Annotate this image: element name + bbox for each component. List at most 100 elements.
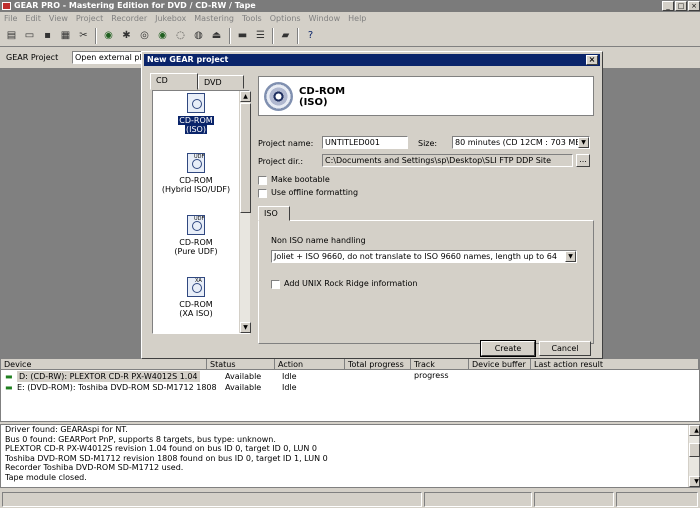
project-type-sublabel: (XA ISO) <box>179 309 213 318</box>
disc-copy-icon[interactable]: ◎ <box>137 28 152 43</box>
make-bootable-checkbox[interactable] <box>258 176 267 185</box>
tab-iso[interactable]: ISO <box>258 206 290 221</box>
col-device-buffer[interactable]: Device buffer <box>469 359 531 370</box>
cd-rom-iso-icon <box>187 93 205 113</box>
project-type-label: CD-ROM <box>179 238 213 247</box>
help-context-icon[interactable]: ? <box>303 28 318 43</box>
device-status: Available <box>225 383 262 392</box>
project-type-label: CD-ROM <box>179 300 213 309</box>
menu-window[interactable]: Window <box>305 12 345 25</box>
toolbar-separator <box>95 28 97 44</box>
print-icon[interactable]: ▦ <box>58 28 73 43</box>
device-list-header: Device Status Action Total progress Trac… <box>1 359 699 380</box>
list-scrollbar[interactable]: ▲ ▼ <box>239 91 251 333</box>
col-status[interactable]: Status <box>207 359 275 370</box>
list-item[interactable]: UDF CD-ROM (Hybrid ISO/UDF) <box>153 153 239 194</box>
status-panel <box>424 492 532 507</box>
make-bootable-label: Make bootable <box>271 175 330 184</box>
scroll-thumb[interactable] <box>689 443 700 457</box>
header-subtitle: (ISO) <box>299 97 328 108</box>
window-title: GEAR PRO - Mastering Edition for DVD / C… <box>14 1 256 10</box>
col-device[interactable]: Device <box>1 359 207 370</box>
status-panel <box>2 492 422 507</box>
status-bar <box>0 490 700 508</box>
save-icon[interactable]: ▪ <box>40 28 55 43</box>
external-physical-combo[interactable]: Open external physic <box>72 51 144 64</box>
col-last-action[interactable]: Last action result <box>531 359 699 370</box>
list-item[interactable]: XA CD-ROM (XA ISO) <box>153 277 239 318</box>
menu-jukebox[interactable]: Jukebox <box>151 12 190 25</box>
device-name: E: (DVD-ROM): Toshiba DVD-ROM SD-M1712 1… <box>17 383 217 392</box>
device-action: Idle <box>282 372 297 381</box>
menu-tools[interactable]: Tools <box>238 12 266 25</box>
menu-mastering[interactable]: Mastering <box>190 12 238 25</box>
project-type-label: CD-ROM <box>179 176 213 185</box>
menu-help[interactable]: Help <box>344 12 370 25</box>
dialog-close-button[interactable]: × <box>586 55 598 65</box>
project-name-input[interactable]: UNTITLED001 <box>322 136 408 149</box>
disc-erase-icon[interactable]: ◍ <box>191 28 206 43</box>
device-action: Idle <box>282 383 297 392</box>
rock-ridge-checkbox[interactable] <box>271 280 280 289</box>
menu-edit[interactable]: Edit <box>21 12 45 25</box>
size-select-value: 80 minutes (CD 12CM : 703 MB) <box>455 138 584 147</box>
dialog-title: New GEAR project <box>147 55 229 64</box>
new-icon[interactable]: ▤ <box>4 28 19 43</box>
disc-add-icon[interactable]: ◉ <box>101 28 116 43</box>
maximize-button[interactable]: □ <box>675 1 687 11</box>
col-track-progress[interactable]: Track progress <box>411 359 469 380</box>
tab-dvd[interactable]: DVD <box>198 75 244 89</box>
browse-button[interactable]: ... <box>576 154 590 167</box>
non-iso-select[interactable]: Joliet + ISO 9660, do not translate to I… <box>271 250 577 263</box>
menu-view[interactable]: View <box>45 12 72 25</box>
size-select[interactable]: 80 minutes (CD 12CM : 703 MB) ▼ <box>452 136 590 149</box>
toolbar-separator <box>229 28 231 44</box>
folder-icon[interactable]: ▰ <box>278 28 293 43</box>
menu-recorder[interactable]: Recorder <box>107 12 151 25</box>
menu-project[interactable]: Project <box>72 12 107 25</box>
log-scrollbar[interactable]: ▲ ▼ <box>688 425 700 487</box>
cd-rom-udf-icon: UDF <box>187 215 205 235</box>
keyboard-icon[interactable]: ▬ <box>235 28 250 43</box>
dialog-title-bar: New GEAR project × <box>144 54 600 66</box>
toolbar-separator <box>272 28 274 44</box>
menu-options[interactable]: Options <box>266 12 305 25</box>
project-type-sublabel: (ISO) <box>185 125 207 134</box>
table-row[interactable]: ▬ D: (CD-RW): PLEXTOR CD-R PX-W4012S 1.0… <box>1 371 699 382</box>
log-panel: Driver found: GEARAspi for NT. Bus 0 fou… <box>0 424 700 488</box>
chevron-down-icon[interactable]: ▼ <box>565 251 576 262</box>
toolbar-separator <box>297 28 299 44</box>
cancel-button[interactable]: Cancel <box>539 341 591 356</box>
scroll-up-icon[interactable]: ▲ <box>689 425 700 436</box>
minimize-button[interactable]: _ <box>662 1 674 11</box>
list-icon[interactable]: ☰ <box>253 28 268 43</box>
project-dir-field[interactable]: C:\Documents and Settings\sp\Desktop\SLI… <box>322 154 573 167</box>
col-total-progress[interactable]: Total progress <box>345 359 411 370</box>
scroll-thumb[interactable] <box>240 103 251 213</box>
scroll-down-icon[interactable]: ▼ <box>240 322 251 333</box>
disc-record-icon[interactable]: ◉ <box>155 28 170 43</box>
disc-tools-icon[interactable]: ✱ <box>119 28 134 43</box>
table-row[interactable]: ▬ E: (DVD-ROM): Toshiba DVD-ROM SD-M1712… <box>1 382 699 393</box>
eject-icon[interactable]: ⏏ <box>209 28 224 43</box>
list-item[interactable]: UDF CD-ROM (Pure UDF) <box>153 215 239 256</box>
offline-formatting-checkbox[interactable] <box>258 189 267 198</box>
open-icon[interactable]: ▭ <box>22 28 37 43</box>
col-action[interactable]: Action <box>275 359 345 370</box>
close-button[interactable]: × <box>688 1 700 11</box>
rock-ridge-label: Add UNIX Rock Ridge information <box>284 279 418 288</box>
menu-file[interactable]: File <box>0 12 21 25</box>
cd-disc-icon <box>264 82 293 111</box>
cut-icon[interactable]: ✂ <box>76 28 91 43</box>
chevron-down-icon[interactable]: ▼ <box>578 137 589 148</box>
log-line: Driver found: GEARAspi for NT. <box>5 425 128 434</box>
tab-cd[interactable]: CD <box>150 73 198 90</box>
project-type-label: CD-ROM <box>178 116 214 125</box>
drive-icon: ▬ <box>5 383 13 392</box>
disc-verify-icon[interactable]: ◌ <box>173 28 188 43</box>
list-item[interactable]: CD-ROM (ISO) <box>153 93 239 134</box>
scroll-down-icon[interactable]: ▼ <box>689 476 700 487</box>
create-button[interactable]: Create <box>480 340 536 357</box>
scroll-up-icon[interactable]: ▲ <box>240 91 251 102</box>
log-line: Bus 0 found: GEARPort PnP, supports 8 ta… <box>5 434 276 444</box>
